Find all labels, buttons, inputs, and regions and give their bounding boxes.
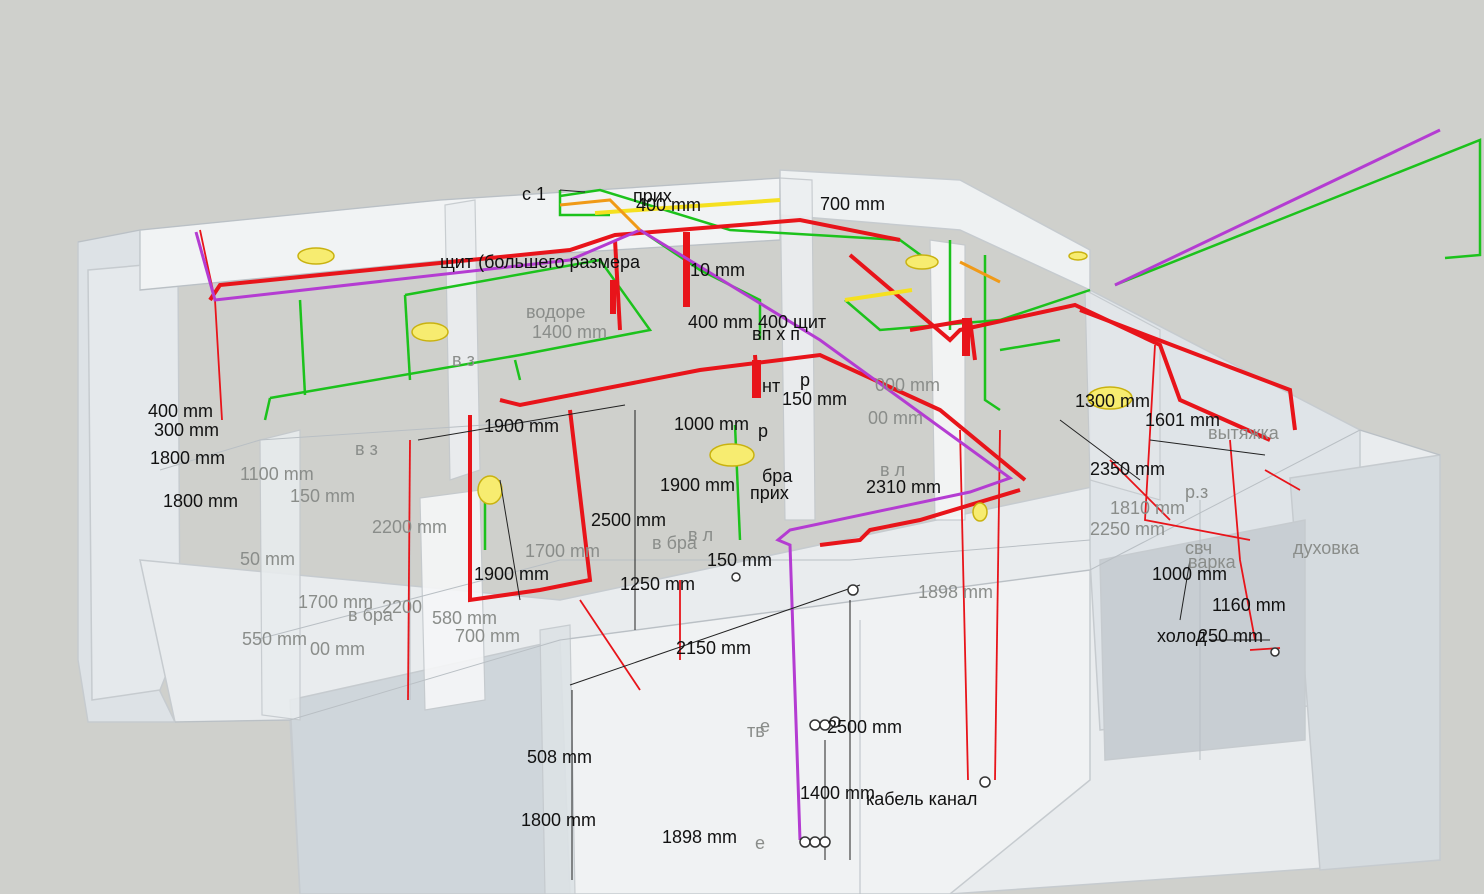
green-line-6 <box>513 359 522 381</box>
label-e1: е <box>760 716 770 736</box>
label-1700: 1700 mm <box>525 541 600 561</box>
label-700f: 700 mm <box>455 626 520 646</box>
label-1898-bot: 1898 mm <box>662 827 737 847</box>
fixture-icon-6 <box>1068 251 1088 261</box>
label-00b: 00 mm <box>868 408 923 428</box>
purple-line-2 <box>1114 128 1441 287</box>
outlet-icon-9 <box>1270 647 1280 657</box>
outlet-icon-3 <box>819 836 831 848</box>
green-line-14 <box>999 338 1061 352</box>
label-duhovka: духовка <box>1293 538 1360 558</box>
fixture-icon-1 <box>297 247 335 265</box>
green-line-10 <box>733 424 742 541</box>
label-p-mid: р <box>758 421 768 441</box>
label-1300: 1300 mm <box>1075 391 1150 411</box>
label-150a: 150 mm <box>782 389 847 409</box>
label-150b: 150 mm <box>707 550 772 570</box>
label-400-top: 400 mm <box>636 195 701 215</box>
label-2200b: 2200 <box>382 597 422 617</box>
label-shit: щит (большего размера <box>440 252 641 272</box>
label-700-top: 700 mm <box>820 194 885 214</box>
electrical-layout-model: водоре 1400 mm в з в з 1100 mm 150 mm 22… <box>77 128 1482 894</box>
label-1400: 1400 mm <box>800 783 875 803</box>
label-e2: е <box>755 833 765 853</box>
fixture-icon-3 <box>905 254 939 270</box>
green-line-4 <box>298 299 307 396</box>
label-2310: 2310 mm <box>866 477 941 497</box>
label-2200: 2200 mm <box>372 517 447 537</box>
label-1800-left2: 1800 mm <box>163 491 238 511</box>
outlet-icon-4 <box>809 719 821 731</box>
riser-3 <box>962 318 970 356</box>
label-vl2: в л <box>688 525 713 545</box>
label-v3b: в з <box>355 439 378 459</box>
green-line-3 <box>263 397 272 421</box>
label-2150: 2150 mm <box>676 638 751 658</box>
label-400-left: 400 mm <box>148 401 213 421</box>
riser-4 <box>610 280 616 314</box>
fixture-icon-2 <box>411 322 449 342</box>
label-v3: в з <box>452 350 475 370</box>
label-250: 250 mm <box>1198 626 1263 646</box>
label-10: 10 mm <box>690 260 745 280</box>
orange-line-2 <box>959 260 1001 284</box>
label-1000a: 1000 mm <box>674 414 749 434</box>
label-1800-bot: 1800 mm <box>521 810 596 830</box>
label-1100: 1100 mm <box>240 464 314 484</box>
green-line-15 <box>1114 138 1482 287</box>
label-1400-faded: 1400 mm <box>532 322 607 342</box>
label-2250: 2250 mm <box>1090 519 1165 539</box>
label-00: 00 mm <box>310 639 365 659</box>
label-1000r: 1000 mm <box>1152 564 1227 584</box>
label-1160: 1160 mm <box>1212 595 1286 615</box>
label-vodo: водоре <box>526 302 586 322</box>
label-1900c: 1900 mm <box>474 564 549 584</box>
label-508: 508 mm <box>527 747 592 767</box>
label-nt: нт <box>762 376 780 396</box>
label-2500b: 2500 mm <box>827 717 902 737</box>
label-c1: с 1 <box>522 184 546 204</box>
label-1800-left: 1800 mm <box>150 448 225 468</box>
3d-model-viewport[interactable]: водоре 1400 mm в з в з 1100 mm 150 mm 22… <box>0 0 1484 894</box>
label-rz: р.з <box>1185 482 1208 502</box>
partition-a <box>444 199 481 481</box>
label-vp: вп х п <box>752 324 800 344</box>
label-2500a: 2500 mm <box>591 510 666 530</box>
label-1250: 1250 mm <box>620 574 695 594</box>
label-580: 580 mm <box>432 608 497 628</box>
label-50: 50 mm <box>240 549 295 569</box>
fixture-icon-8 <box>972 502 988 522</box>
label-prih-mid: прих <box>750 483 789 503</box>
label-000: 000 mm <box>875 375 940 395</box>
riser-1 <box>683 232 690 307</box>
outlet-icon-7 <box>979 776 991 788</box>
green-line-5 <box>403 294 412 381</box>
label-p-top: р <box>800 370 810 390</box>
label-2350: 2350 mm <box>1090 459 1165 479</box>
outlet-icon-8 <box>847 584 859 596</box>
fixture-icon-4 <box>709 443 755 467</box>
outlet-icon-2 <box>809 836 821 848</box>
outlet-icon-1 <box>799 836 811 848</box>
label-1898-faded: 1898 mm <box>918 582 993 602</box>
riser-2 <box>752 360 761 398</box>
fixture-icon-7 <box>477 475 503 505</box>
label-1810: 1810 mm <box>1110 498 1185 518</box>
label-1900b: 1900 mm <box>660 475 735 495</box>
label-150-faded: 150 mm <box>290 486 355 506</box>
label-300-left: 300 mm <box>154 420 219 440</box>
outlet-icon-10 <box>731 572 741 582</box>
label-1900a: 1900 mm <box>484 416 559 436</box>
label-550: 550 mm <box>242 629 307 649</box>
label-1601: 1601 mm <box>1145 410 1220 430</box>
label-kabel: кабель канал <box>866 789 977 809</box>
label-1700b: 1700 mm <box>298 592 373 612</box>
